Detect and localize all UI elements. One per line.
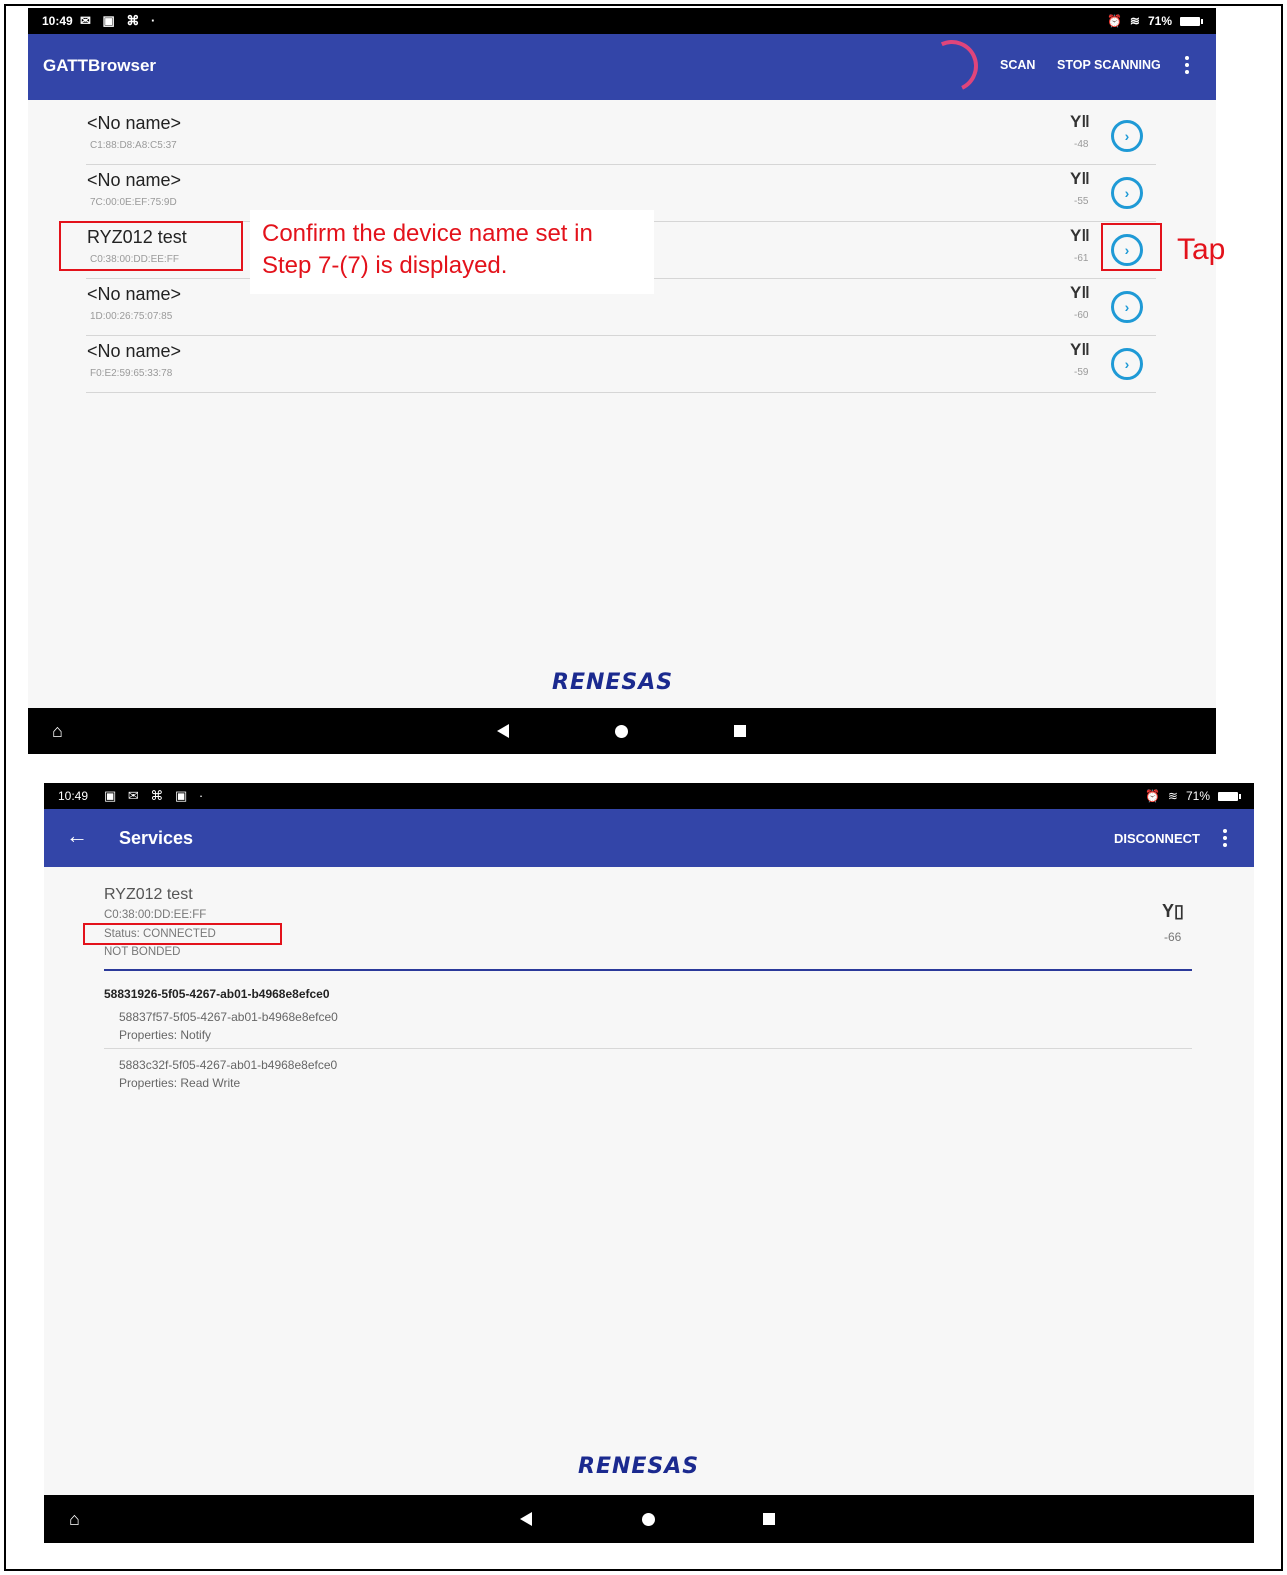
status-time: 10:49 [58,789,89,803]
device-name: <No name> [87,284,182,304]
nav-back-icon[interactable] [520,1512,532,1526]
notification-icons: ▣ ✉ ⌘ ▣ · [104,788,208,803]
characteristic-properties: Properties: Notify [119,1028,212,1042]
confirm-annotation: Confirm the device name set in Step 7-(7… [250,210,654,294]
tap-highlight [1101,223,1162,271]
status-right: ⏰ ≋ 71% [1106,14,1203,28]
device-name: <No name> [87,170,182,190]
app-bar: GATTBrowser SCAN STOP SCANNING [28,32,1216,100]
battery-icon [1180,16,1203,26]
characteristic-divider [104,1048,1192,1049]
gattbrowser-scan-screen: 10:49 ✉ ▣ ⌘ · ⏰ ≋ 71% GATTBrowser SCAN S… [28,8,1216,754]
device-rssi: -48 [1074,139,1089,150]
nav-recents-icon[interactable] [734,725,746,737]
signal-strength-icon: Y‖ [1070,283,1090,302]
device-rssi: -55 [1074,196,1089,207]
alarm-icon: ⏰ [1106,14,1122,28]
scanning-spinner-icon [918,32,986,100]
wifi-icon: ≋ [1167,789,1178,803]
signal-strength-icon: Y‖ [1070,340,1090,359]
nav-recents-icon[interactable] [763,1513,775,1525]
signal-strength-icon: Y‖ [1070,226,1090,245]
renesas-logo: RENESAS [552,670,674,695]
status-right: ⏰ ≋ 71% [1144,789,1241,803]
device-name-highlight [59,221,243,271]
navigation-bar: ⌂ [44,1495,1254,1543]
confirm-line-2: Step 7-(7) is displayed. [262,252,508,279]
status-bar: 10:49 ✉ ▣ ⌘ · ⏰ ≋ 71% [28,8,1216,34]
battery-icon [1218,791,1241,801]
app-title: Services [119,828,194,848]
nav-home-icon[interactable] [642,1513,655,1526]
chevron-circle-icon[interactable]: › [1111,177,1143,209]
signal-strength-icon: Y▯ [1162,901,1184,921]
notification-icons: ✉ ▣ ⌘ · [80,13,160,28]
scan-button[interactable]: SCAN [1000,58,1035,72]
characteristic-uuid[interactable]: 58837f57-5f05-4267-ab01-b4968e8efce0 [119,1010,338,1024]
signal-strength-icon: Y‖ [1070,112,1090,131]
device-mac: 1D:00:26:75:07:85 [90,311,173,322]
device-mac: F0:E2:59:65:33:78 [90,368,173,379]
device-mac: 7C:00:0E:EF:75:9D [90,197,177,208]
renesas-logo: RENESAS [578,1454,700,1479]
stop-scanning-button[interactable]: STOP SCANNING [1057,58,1161,72]
status-time: 10:49 [42,14,73,28]
navigation-bar: ⌂ [28,708,1216,754]
battery-percent: 71% [1185,789,1210,803]
overflow-menu-icon[interactable] [1185,56,1189,77]
overflow-menu-icon[interactable] [1223,829,1227,850]
bond-status: NOT BONDED [104,946,181,958]
device-name: <No name> [87,113,182,133]
status-connected-highlight [83,923,282,945]
alarm-icon: ⏰ [1144,789,1160,803]
disconnect-button[interactable]: DISCONNECT [1114,831,1200,846]
device-mac: C1:88:D8:A8:C5:37 [90,140,177,151]
service-uuid[interactable]: 58831926-5f05-4267-ab01-b4968e8efce0 [104,987,330,1001]
device-name: RYZ012 test [104,886,193,903]
services-screen: 10:49 ▣ ✉ ⌘ ▣ · ⏰ ≋ 71% ← Services DISCO… [44,783,1254,1543]
status-bar: 10:49 ▣ ✉ ⌘ ▣ · ⏰ ≋ 71% [44,783,1254,809]
device-mac: C0:38:00:DD:EE:FF [104,909,207,921]
device-name: <No name> [87,341,182,361]
home-icon[interactable]: ⌂ [52,722,70,740]
nav-back-icon[interactable] [497,724,509,738]
device-row[interactable]: <No name> F0:E2:59:65:33:78 Y‖ -59 › [86,336,1156,393]
device-rssi: -66 [1164,930,1182,944]
chevron-circle-icon[interactable]: › [1111,120,1143,152]
device-rssi: -59 [1074,367,1089,378]
wifi-icon: ≋ [1129,14,1140,28]
chevron-circle-icon[interactable]: › [1111,291,1143,323]
app-bar: ← Services DISCONNECT [44,809,1254,867]
signal-strength-icon: Y‖ [1070,169,1090,188]
battery-percent: 71% [1147,14,1172,28]
arrow-left-icon[interactable]: ← [66,823,88,849]
characteristic-uuid[interactable]: 5883c32f-5f05-4267-ab01-b4968e8efce0 [119,1058,337,1072]
tap-annotation: Tap [1177,233,1226,266]
chevron-circle-icon[interactable]: › [1111,348,1143,380]
device-rssi: -61 [1074,253,1089,264]
confirm-line-1: Confirm the device name set in [262,220,593,247]
home-icon[interactable]: ⌂ [69,1510,87,1528]
app-title: GATTBrowser [43,56,157,75]
characteristic-properties: Properties: Read Write [119,1076,241,1090]
nav-home-icon[interactable] [615,725,628,738]
header-divider [104,969,1192,971]
device-row[interactable]: <No name> C1:88:D8:A8:C5:37 Y‖ -48 › [86,108,1156,165]
device-rssi: -60 [1074,310,1089,321]
